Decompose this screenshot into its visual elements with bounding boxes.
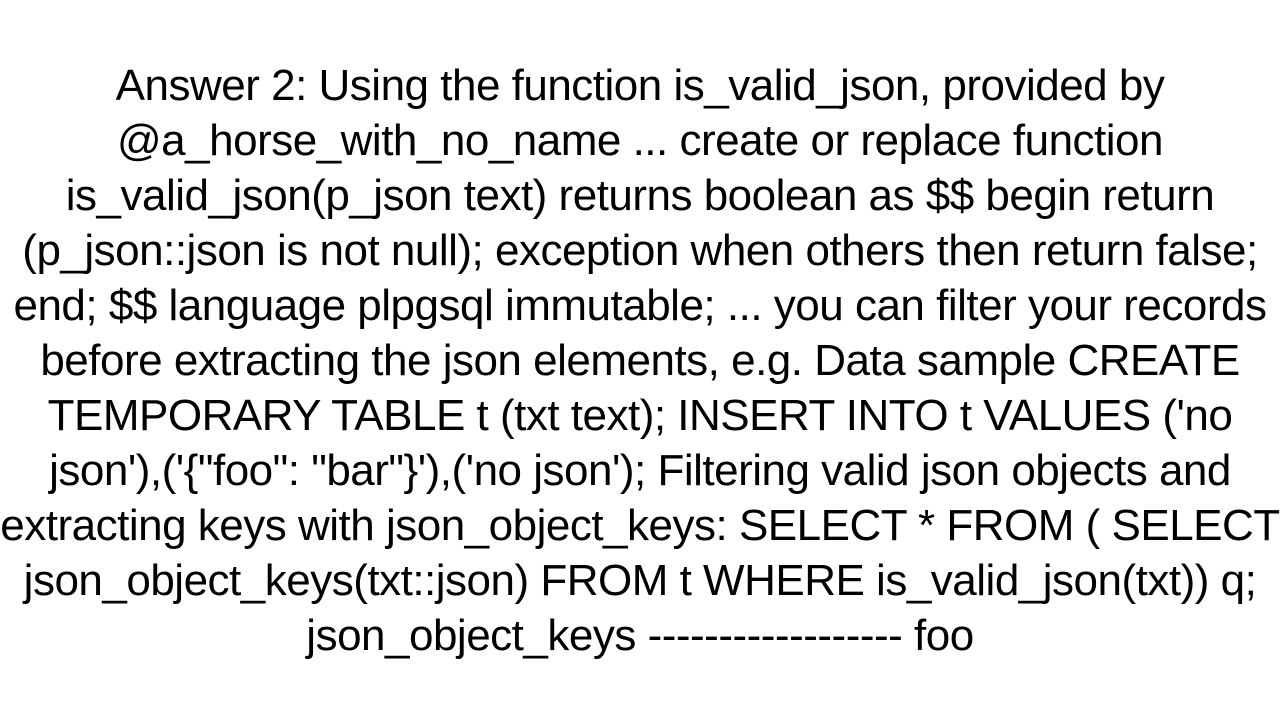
answer-text-block: Answer 2: Using the function is_valid_js… (0, 58, 1280, 663)
